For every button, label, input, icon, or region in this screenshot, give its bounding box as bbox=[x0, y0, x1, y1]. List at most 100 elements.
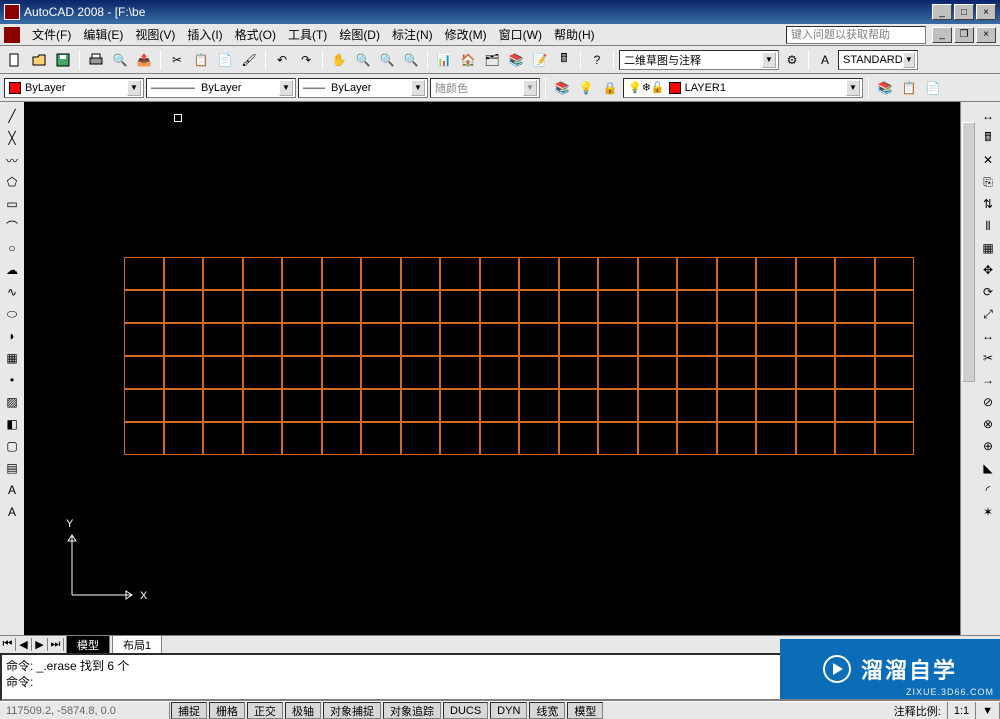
dist-button[interactable]: ↔ bbox=[978, 106, 998, 126]
circle-button[interactable]: ○ bbox=[2, 238, 22, 258]
polygon-button[interactable]: ⬠ bbox=[2, 172, 22, 192]
paste-button[interactable]: 📄 bbox=[214, 49, 236, 71]
undo-button[interactable]: ↶ bbox=[271, 49, 293, 71]
tab-first-button[interactable]: ⏮ bbox=[0, 638, 16, 651]
copy-button[interactable]: ⎘ bbox=[978, 172, 998, 192]
layer-prev-button[interactable]: 📚 bbox=[874, 77, 896, 99]
osnap-toggle[interactable]: 对象捕捉 bbox=[323, 702, 381, 719]
block-button[interactable]: ▦ bbox=[2, 348, 22, 368]
markup-button[interactable]: 📝 bbox=[529, 49, 551, 71]
zoom-prev-button[interactable]: 🔍 bbox=[400, 49, 422, 71]
quickcalc-button[interactable]: 🖩 bbox=[978, 128, 998, 148]
pline-button[interactable]: 〰 bbox=[2, 150, 22, 170]
region-button[interactable]: ▢ bbox=[2, 436, 22, 456]
mtext-button[interactable]: A bbox=[2, 480, 22, 500]
pan-button[interactable]: ✋ bbox=[328, 49, 350, 71]
explode-button[interactable]: ✶ bbox=[978, 502, 998, 522]
zoom-realtime-button[interactable]: 🔍 bbox=[352, 49, 374, 71]
close-button[interactable]: × bbox=[976, 4, 996, 20]
snap-toggle[interactable]: 捕捉 bbox=[171, 702, 207, 719]
break-button[interactable]: ⊘ bbox=[978, 392, 998, 412]
layer-lock-icon[interactable]: 🔒 bbox=[599, 77, 621, 99]
menu-help[interactable]: 帮助(H) bbox=[548, 24, 601, 45]
breakpt-button[interactable]: ⊗ bbox=[978, 414, 998, 434]
layer-freeze-icon[interactable]: 💡 bbox=[575, 77, 597, 99]
tab-model[interactable]: 模型 bbox=[66, 635, 110, 654]
mirror-button[interactable]: ⇅ bbox=[978, 194, 998, 214]
publish-button[interactable]: 📤 bbox=[133, 49, 155, 71]
menu-dimension[interactable]: 标注(N) bbox=[386, 24, 439, 45]
dimstyle-button[interactable]: A bbox=[814, 49, 836, 71]
minimize-button[interactable]: _ bbox=[932, 4, 952, 20]
table-button[interactable]: ▤ bbox=[2, 458, 22, 478]
dyn-toggle[interactable]: DYN bbox=[490, 702, 527, 719]
ellipsearc-button[interactable]: ◗ bbox=[2, 326, 22, 346]
arc-button[interactable]: ⌒ bbox=[2, 216, 22, 236]
mdi-minimize-button[interactable]: _ bbox=[932, 27, 952, 43]
save-button[interactable] bbox=[52, 49, 74, 71]
chamfer-button[interactable]: ◣ bbox=[978, 458, 998, 478]
layer-manager-button[interactable]: 📚 bbox=[551, 77, 573, 99]
otrack-toggle[interactable]: 对象追踪 bbox=[383, 702, 441, 719]
point-button[interactable]: • bbox=[2, 370, 22, 390]
preview-button[interactable]: 🔍 bbox=[109, 49, 131, 71]
model-toggle[interactable]: 模型 bbox=[567, 702, 603, 719]
toolpalette-button[interactable]: 🗂 bbox=[481, 49, 503, 71]
join-button[interactable]: ⊕ bbox=[978, 436, 998, 456]
offset-button[interactable]: ⫴ bbox=[978, 216, 998, 236]
ortho-toggle[interactable]: 正交 bbox=[247, 702, 283, 719]
menu-insert[interactable]: 插入(I) bbox=[181, 24, 228, 45]
coords-readout[interactable]: 117509.2, -5874.8, 0.0 bbox=[0, 702, 170, 719]
copy-button[interactable]: 📋 bbox=[190, 49, 212, 71]
menu-modify[interactable]: 修改(M) bbox=[439, 24, 493, 45]
erase-button[interactable]: ✕ bbox=[978, 150, 998, 170]
zoom-window-button[interactable]: 🔍 bbox=[376, 49, 398, 71]
open-button[interactable] bbox=[28, 49, 50, 71]
workspace-combo[interactable]: 二维草图与注释▼ bbox=[619, 50, 779, 70]
new-button[interactable] bbox=[4, 49, 26, 71]
tab-next-button[interactable]: ▶ bbox=[32, 638, 48, 651]
menu-file[interactable]: 文件(F) bbox=[26, 24, 77, 45]
spline-button[interactable]: ∿ bbox=[2, 282, 22, 302]
menu-format[interactable]: 格式(O) bbox=[229, 24, 282, 45]
print-button[interactable] bbox=[85, 49, 107, 71]
drawing-canvas[interactable]: X Y bbox=[24, 102, 976, 635]
redo-button[interactable]: ↷ bbox=[295, 49, 317, 71]
tab-layout1[interactable]: 布局1 bbox=[112, 635, 162, 654]
array-button[interactable]: ▦ bbox=[978, 238, 998, 258]
canvas-vscroll[interactable] bbox=[960, 102, 976, 635]
calc-button[interactable]: 🖩 bbox=[553, 49, 575, 71]
layer-states-button[interactable]: 📋 bbox=[898, 77, 920, 99]
help-button[interactable]: ? bbox=[586, 49, 608, 71]
xline-button[interactable]: ╳ bbox=[2, 128, 22, 148]
extend-button[interactable]: → bbox=[978, 370, 998, 390]
line-button[interactable]: ╱ bbox=[2, 106, 22, 126]
mdi-close-button[interactable]: × bbox=[976, 27, 996, 43]
cut-button[interactable]: ✂ bbox=[166, 49, 188, 71]
mdi-restore-button[interactable]: ❐ bbox=[954, 27, 974, 43]
menu-draw[interactable]: 绘图(D) bbox=[333, 24, 386, 45]
move-button[interactable]: ✥ bbox=[978, 260, 998, 280]
layer-combo[interactable]: 💡❄🔓 LAYER1▼ bbox=[623, 78, 863, 98]
stretch-button[interactable]: ↔ bbox=[978, 326, 998, 346]
matchprop-button[interactable]: 🖌 bbox=[238, 49, 260, 71]
linetype-combo[interactable]: ———— ByLayer▼ bbox=[146, 78, 296, 98]
dcenter-button[interactable]: 🏠 bbox=[457, 49, 479, 71]
lwt-toggle[interactable]: 线宽 bbox=[529, 702, 565, 719]
plotstyle-combo[interactable]: 随颜色▼ bbox=[430, 78, 540, 98]
ducs-toggle[interactable]: DUCS bbox=[443, 702, 488, 719]
sheetset-button[interactable]: 📚 bbox=[505, 49, 527, 71]
rect-button[interactable]: ▭ bbox=[2, 194, 22, 214]
polar-toggle[interactable]: 极轴 bbox=[285, 702, 321, 719]
color-combo[interactable]: ByLayer▼ bbox=[4, 78, 144, 98]
properties-button[interactable]: 📊 bbox=[433, 49, 455, 71]
grid-toggle[interactable]: 栅格 bbox=[209, 702, 245, 719]
fillet-button[interactable]: ◜ bbox=[978, 480, 998, 500]
lineweight-combo[interactable]: —— ByLayer▼ bbox=[298, 78, 428, 98]
hatch-button[interactable]: ▨ bbox=[2, 392, 22, 412]
tab-last-button[interactable]: ⏭ bbox=[48, 638, 64, 651]
annoscale-dropdown-icon[interactable]: ▼ bbox=[976, 702, 1000, 719]
help-search-input[interactable]: 键入问题以获取帮助 bbox=[786, 26, 926, 44]
gradient-button[interactable]: ◧ bbox=[2, 414, 22, 434]
workspace-settings-button[interactable]: ⚙ bbox=[781, 49, 803, 71]
